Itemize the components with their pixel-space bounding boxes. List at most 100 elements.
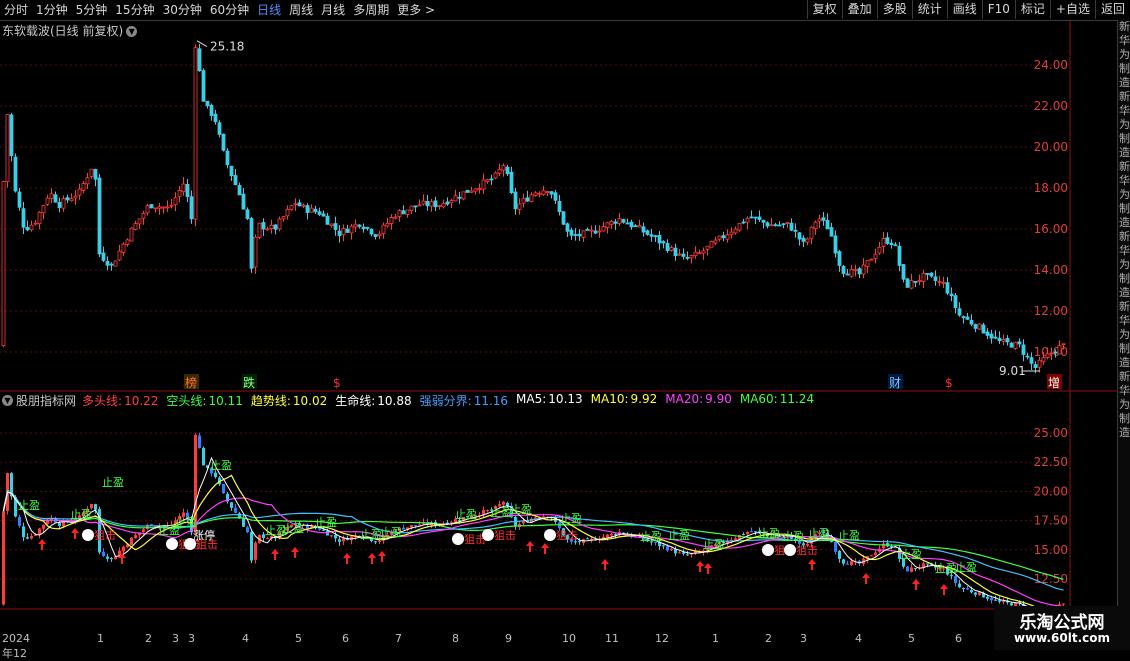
toolbar-button[interactable]: 统计 bbox=[911, 0, 947, 19]
price-candle bbox=[229, 165, 234, 177]
ind-candle bbox=[970, 590, 973, 593]
ind-candle bbox=[686, 554, 689, 556]
watermark-title: 乐淘公式网 bbox=[1019, 613, 1105, 633]
ind-candle bbox=[926, 563, 929, 565]
tab-period[interactable]: 15分钟 bbox=[111, 0, 158, 20]
price-candle bbox=[381, 224, 386, 234]
ind-candle bbox=[374, 541, 377, 543]
price-candle bbox=[121, 243, 126, 253]
price-candle bbox=[25, 226, 30, 231]
price-candle bbox=[185, 183, 190, 197]
low-label: 9.01 bbox=[999, 364, 1026, 378]
price-candle bbox=[1033, 364, 1038, 368]
price-candle bbox=[817, 218, 822, 222]
price-candle bbox=[653, 235, 658, 238]
toolbar-button[interactable]: 返回 bbox=[1094, 0, 1130, 19]
y-tick-label: 20.00 bbox=[1034, 140, 1068, 154]
buy-arrow-icon bbox=[912, 579, 920, 590]
price-candle bbox=[741, 221, 746, 224]
side-panel[interactable]: 新华为制造新华为制造新华为制造新华为制造新华为制造新华为制造 bbox=[1117, 20, 1130, 630]
indicator-label: MA10: bbox=[590, 392, 629, 406]
price-candle bbox=[101, 252, 106, 261]
tab-period[interactable]: 周线 bbox=[285, 0, 317, 20]
price-candle bbox=[633, 225, 638, 228]
price-candle bbox=[453, 195, 458, 202]
price-candle bbox=[69, 198, 74, 202]
chevron-down-icon[interactable]: ▼ bbox=[2, 395, 13, 406]
price-candle bbox=[621, 219, 626, 223]
tab-period[interactable]: 5分钟 bbox=[72, 0, 112, 20]
indicator-number: 9.90 bbox=[705, 392, 732, 406]
tab-period[interactable]: 更多 > bbox=[393, 0, 439, 20]
price-candle bbox=[921, 272, 926, 282]
ind-candle bbox=[850, 561, 853, 566]
price-candle bbox=[209, 104, 214, 116]
side-char: 制 bbox=[1119, 62, 1130, 75]
price-candle bbox=[821, 217, 826, 221]
price-candle bbox=[809, 226, 814, 240]
watermark-url: www.60lt.com bbox=[1013, 631, 1111, 645]
side-char: 新 bbox=[1119, 90, 1130, 103]
indicator-label: 生命线: bbox=[335, 394, 376, 408]
event-marker: 榜 bbox=[185, 375, 197, 390]
indicator-label: 空头线: bbox=[166, 394, 207, 408]
signal-label: 止盈 bbox=[102, 476, 124, 489]
price-candle bbox=[857, 268, 862, 275]
ind-candle bbox=[990, 597, 993, 601]
price-candle bbox=[725, 234, 730, 240]
price-candle bbox=[301, 204, 306, 207]
buy-arrow-icon bbox=[541, 543, 549, 554]
indicator-value: MA60: 11.24 bbox=[740, 392, 820, 409]
price-candle bbox=[257, 222, 262, 238]
price-candle bbox=[685, 257, 690, 259]
toolbar-button[interactable]: 复权 bbox=[806, 0, 842, 19]
price-candle bbox=[889, 242, 894, 246]
price-candle bbox=[49, 193, 54, 199]
price-candle bbox=[233, 175, 238, 186]
buy-arrow-icon bbox=[601, 559, 609, 570]
buy-arrow-icon bbox=[271, 549, 279, 560]
price-candle bbox=[149, 204, 154, 209]
price-candle bbox=[493, 172, 498, 179]
sniper-badge bbox=[544, 529, 556, 541]
side-char: 新 bbox=[1119, 300, 1130, 313]
indicator-label: MA5: bbox=[516, 392, 547, 406]
toolbar-button[interactable]: 标记 bbox=[1014, 0, 1050, 19]
price-candle bbox=[269, 224, 274, 229]
indicator-name[interactable]: 股朋指标网 bbox=[16, 392, 76, 409]
tab-period[interactable]: 多周期 bbox=[349, 0, 393, 20]
side-char: 为 bbox=[1119, 398, 1130, 411]
price-candle bbox=[461, 191, 466, 200]
side-char: 华 bbox=[1119, 104, 1130, 117]
toolbar-button[interactable]: 多股 bbox=[876, 0, 912, 19]
price-candle bbox=[465, 189, 470, 193]
tab-period[interactable]: 分时 bbox=[0, 0, 32, 20]
tab-period[interactable]: 月线 bbox=[317, 0, 349, 20]
price-candle bbox=[497, 168, 502, 174]
chart-canvas[interactable]: 24.00 22.00 20.00 18.00 16.00 14.00 12.00 10.00… bbox=[0, 21, 1117, 631]
tab-period[interactable]: 1分钟 bbox=[32, 0, 72, 20]
price-candle bbox=[745, 217, 750, 223]
date-label: 7 bbox=[395, 632, 402, 645]
ind-candle bbox=[106, 556, 109, 559]
price-candle bbox=[237, 185, 242, 196]
ind-candle bbox=[198, 435, 201, 448]
chevron-down-icon[interactable]: ▼ bbox=[126, 26, 138, 37]
ind-candle bbox=[46, 520, 49, 525]
toolbar-button[interactable]: 叠加 bbox=[841, 0, 877, 19]
price-candle bbox=[593, 230, 598, 234]
price-panel-title[interactable]: 东软载波(日线 前复权) ▼ bbox=[2, 22, 138, 39]
tab-period[interactable]: 30分钟 bbox=[159, 0, 206, 20]
price-candle bbox=[157, 206, 162, 209]
price-candle bbox=[21, 208, 26, 228]
toolbar-button[interactable]: F10 bbox=[981, 0, 1015, 19]
signal-label: 止盈 bbox=[175, 516, 197, 529]
tab-period[interactable]: 日线 bbox=[253, 0, 285, 20]
ind-candle bbox=[58, 522, 61, 526]
ind-candle bbox=[750, 531, 753, 533]
price-candle bbox=[849, 269, 854, 277]
toolbar-button[interactable]: 画线 bbox=[946, 0, 982, 19]
indicator-number: 10.02 bbox=[292, 394, 328, 408]
toolbar-button[interactable]: +自选 bbox=[1049, 0, 1095, 19]
tab-period[interactable]: 60分钟 bbox=[206, 0, 253, 20]
